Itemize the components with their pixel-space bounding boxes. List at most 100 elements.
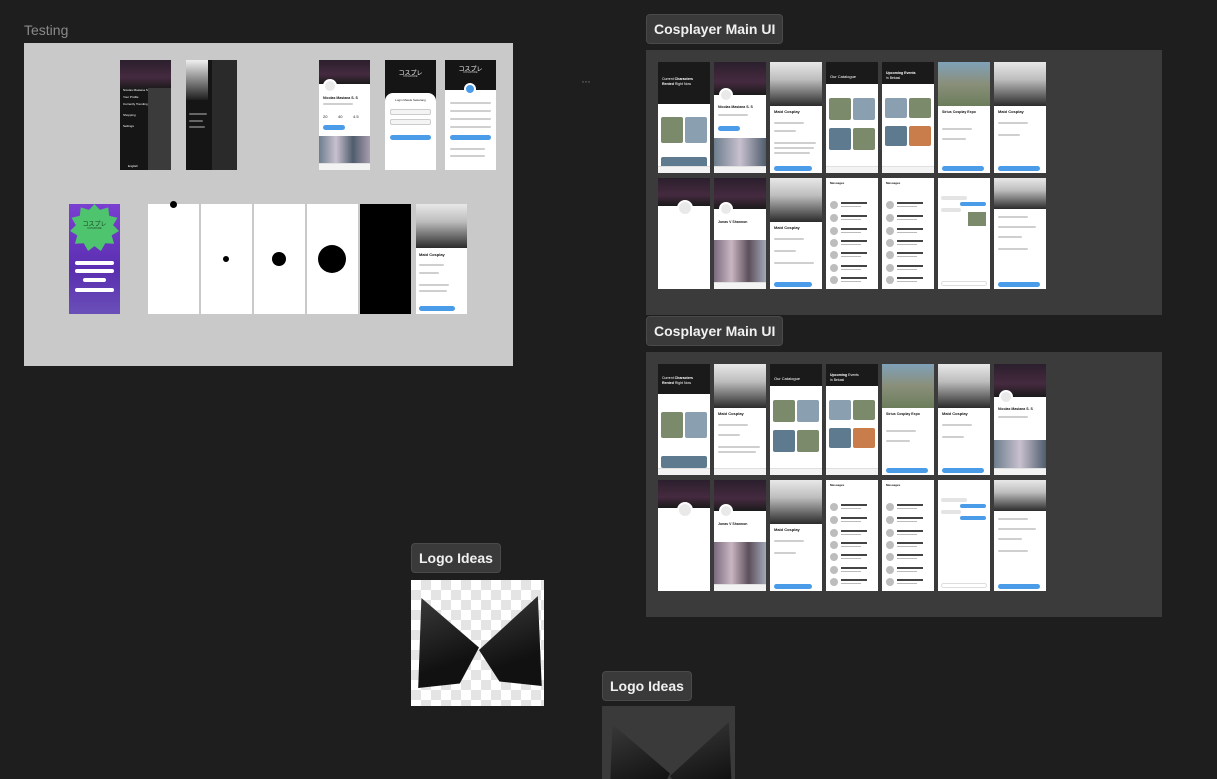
login-logo-sub: KOSUPURE [403,75,418,78]
screen-messages-2[interactable]: Messages [882,178,934,289]
screen-slide-menu[interactable] [186,60,237,170]
screen-events[interactable]: Upcoming Events in Bekasi [882,62,934,173]
product-title: Maid Cosplay [419,252,445,257]
screen-product-v2[interactable]: Maid Cosplay [714,364,766,475]
frame-label-main-2[interactable]: Cosplayer Main UI [646,316,784,346]
screen-side-menu[interactable]: Nicolas Masiana S. S Your Profile Curren… [120,60,171,170]
screen-catalogue[interactable]: Our Catalogue [826,62,878,173]
profile-v2-name: Nicolas Masiana S. S [998,407,1033,411]
screen-signup[interactable]: コスプレ KOSUPURE [445,60,496,170]
screen-messages-v2b[interactable]: Messages [882,480,934,591]
menu-item-settings[interactable]: Settings [123,124,134,128]
screen-messages-v2[interactable]: Messages [826,480,878,591]
signup-button[interactable] [450,135,491,140]
frame-label-logo-2[interactable]: Logo Ideas [602,671,692,701]
screen-login[interactable]: コスプレ KOSUPURE Login Masuk Sekarang [385,60,436,170]
animation-frame-2[interactable] [201,204,252,314]
screen-product-detail[interactable]: Maid Cosplay [770,62,822,173]
screen-profile-empty-v2[interactable] [658,480,710,591]
screen-chat-v2[interactable] [938,480,990,591]
event-register-button[interactable] [942,166,984,171]
frame-label-testing[interactable]: Testing [24,22,68,38]
rent-now-button[interactable] [774,166,812,171]
product-v2b-title: Maid Cosplay [942,411,968,416]
screen-profile-main[interactable]: Nicolas Masiana S. S [714,62,766,173]
product-v2b-button[interactable] [942,468,984,473]
main-profile-name: Nicolas Masiana S. S [718,105,753,109]
home-title-current: Current [662,77,674,81]
figma-canvas[interactable]: Testing Nicolas Masiana S. S Your Profil… [0,0,1217,779]
rent-button[interactable] [419,306,455,311]
catalogue-title: Our Catalogue [830,74,857,79]
product-v2-title: Maid Cosplay [718,411,744,416]
screen-messages[interactable]: Messages [826,178,878,289]
home-v2-title-characters: Characters [674,376,693,380]
screen-home-v2[interactable]: Current Characters Rented Right Now [658,364,710,475]
menu-language[interactable]: English [128,164,138,168]
screen-product[interactable]: Maid Cosplay [416,204,467,314]
login-password-field[interactable] [390,119,431,125]
menu-item-trending[interactable]: Currently Trending [123,102,148,106]
login-button[interactable] [390,135,431,140]
events-title-upcoming: Upcoming [886,71,904,75]
logo-idea-cat-ears-dark[interactable] [602,706,735,779]
logo-idea-cat-ears[interactable] [411,580,544,706]
screen-order-form-v2[interactable] [994,480,1046,591]
screen-order-form[interactable] [994,178,1046,289]
screen-home[interactable]: Current Characters Rented Right Now [658,62,710,173]
screen-product-checkout[interactable]: Maid Cosplay [770,178,822,289]
menu-item-shopping[interactable]: Shopping [123,113,136,117]
catalogue-v2-title: Our Catalogue [774,376,801,381]
screen-profile-user2-v2[interactable]: Jonas V Shannon [714,480,766,591]
screen-product-detail-2[interactable]: Maid Cosplay [994,62,1046,173]
animation-frame-1[interactable] [148,201,199,314]
screen-splash[interactable]: コスプレ KOSUPURE [69,204,120,314]
screen-catalogue-v2[interactable]: Our Catalogue [770,364,822,475]
frame-main-2[interactable]: Current Characters Rented Right Now Maid… [646,352,1162,617]
cat-ear-left-dark-icon [609,724,670,779]
add-to-cart-button[interactable] [998,166,1040,171]
login-email-field[interactable] [390,109,431,115]
events-v2-title-events: Events [848,373,859,377]
events-title-location: in Bekasi [886,76,901,80]
frame-label-main-1[interactable]: Cosplayer Main UI [646,14,784,44]
profile-stat-3: 4.5 [353,114,359,119]
frame-label-logo-1[interactable]: Logo Ideas [411,543,501,573]
chat-v2-input[interactable] [941,583,987,588]
screen-profile-v2[interactable]: Nicolas Masiana S. S [994,364,1046,475]
animation-frame-4[interactable] [307,204,358,314]
cat-ear-left-icon [418,598,479,688]
animation-frame-3[interactable] [254,204,305,314]
order-v2-submit-button[interactable] [998,584,1040,589]
screen-product-v2b[interactable]: Maid Cosplay [938,364,990,475]
frame-main-1[interactable]: Current Characters Rented Right Now Nico… [646,50,1162,315]
checkout-button[interactable] [774,282,812,287]
screen-profile-empty[interactable] [658,178,710,289]
screen-event-detail-v2[interactable]: Sirius Cosplay Expo [882,364,934,475]
checkout-v2-button[interactable] [774,584,812,589]
frame-testing[interactable]: Nicolas Masiana S. S Your Profile Curren… [24,43,513,366]
event-v2-register-button[interactable] [886,468,928,473]
screen-profile-user2[interactable]: Jonas V Shannon [714,178,766,289]
screen-profile[interactable]: Nicolas Masiana S. S 20 40 4.5 [319,60,370,170]
signup-logo-sub: KOSUPURE [463,71,478,74]
screen-event-detail[interactable]: Sirius Cosplay Expo [938,62,990,173]
home-title-rightnow: Right Now [674,82,692,86]
user2-profile-name: Jonas V Shannon [718,220,748,224]
more-dots-icon[interactable]: ··· [581,74,591,88]
menu-item-profile[interactable]: Your Profile [123,95,138,99]
order-submit-button[interactable] [998,282,1040,287]
home-title-rented: Rented [662,82,674,86]
chat-input[interactable] [941,281,987,286]
events-v2-title-location: in Bekasi [830,378,845,382]
screen-chat[interactable] [938,178,990,289]
messages-title: Messages [830,181,845,185]
screen-events-v2[interactable]: Upcoming Events in Bekasi [826,364,878,475]
screen-product-checkout-v2[interactable]: Maid Cosplay [770,480,822,591]
profile-stat-2: 40 [338,114,343,119]
animation-frame-5[interactable] [360,204,411,314]
event-v2-name: Sirius Cosplay Expo [886,412,920,416]
checkout-product-title: Maid Cosplay [774,225,800,230]
home-v2-title-rightnow: Right Now [674,381,692,385]
user2-v2-profile-name: Jonas V Shannon [718,522,748,526]
